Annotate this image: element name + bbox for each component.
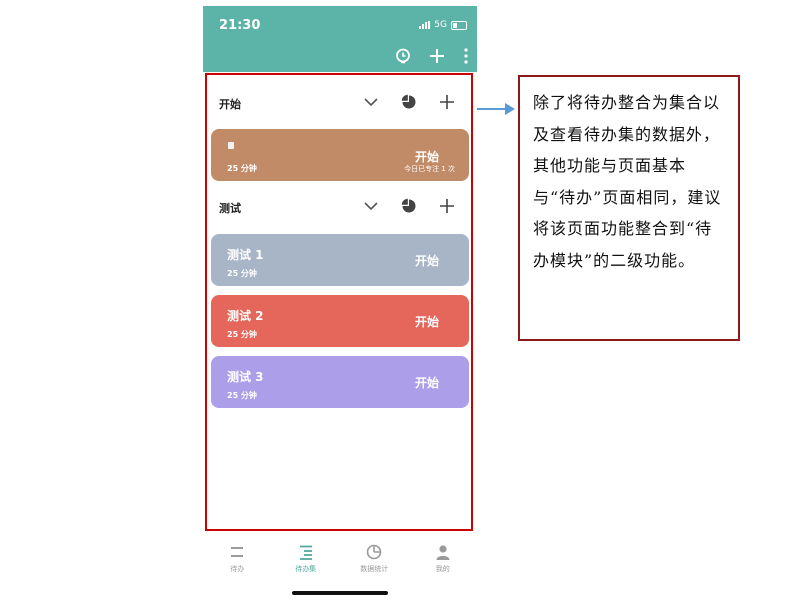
- task-card[interactable]: 测试 3 25 分钟 开始: [211, 356, 469, 408]
- arrow-icon: [477, 103, 515, 115]
- group-header-test: 测试: [203, 192, 477, 222]
- task-name: 测试 2: [227, 309, 264, 323]
- task-duration: 25 分钟: [227, 269, 257, 278]
- today-focus-count: 今日已专注 1 次: [404, 165, 455, 173]
- nav-item-todo[interactable]: 待办: [203, 536, 272, 586]
- battery-icon: [451, 20, 467, 30]
- plus-icon[interactable]: [439, 198, 455, 214]
- start-button[interactable]: 开始: [415, 148, 439, 165]
- chevron-down-icon[interactable]: [363, 198, 379, 214]
- annotation-box: 除了将待办整合为集合以及查看待办集的数据外，其他功能与页面基本与“待办”页面相同…: [518, 75, 740, 341]
- person-icon: [436, 545, 450, 560]
- group-actions: [363, 94, 455, 110]
- task-card[interactable]: 测试 1 25 分钟 开始: [211, 234, 469, 286]
- nav-item-statistics[interactable]: 数据统计: [340, 536, 409, 586]
- signal-icon: [419, 21, 431, 29]
- chevron-down-icon[interactable]: [363, 94, 379, 110]
- more-vertical-icon[interactable]: [463, 48, 469, 64]
- group-title: 测试: [219, 202, 241, 215]
- start-button[interactable]: 开始: [415, 374, 439, 391]
- plus-icon[interactable]: [439, 94, 455, 110]
- bottom-nav: 待办 待办集 数据统计 我的: [203, 536, 477, 586]
- group-header-start: 开始: [203, 88, 477, 118]
- nav-label: 待办集: [295, 565, 317, 573]
- nav-item-todo-set[interactable]: 待办集: [272, 536, 341, 586]
- todo-set-icon: [299, 545, 312, 560]
- phone-screen: 21:30 5G 开始 25 分钟 开始 今日已专注 1 次 测试 测试 1 2…: [203, 6, 477, 601]
- clock-icon[interactable]: [395, 48, 411, 64]
- status-indicators: 5G: [419, 20, 467, 30]
- nav-label: 数据统计: [360, 565, 389, 573]
- group-actions: [363, 198, 455, 214]
- pie-chart-icon[interactable]: [401, 94, 417, 110]
- task-name: 测试 1: [227, 248, 264, 262]
- network-label: 5G: [434, 20, 447, 30]
- task-duration: 25 分钟: [227, 164, 257, 173]
- task-duration: 25 分钟: [227, 330, 257, 339]
- app-header: 21:30 5G: [203, 6, 477, 72]
- task-card[interactable]: 测试 2 25 分钟 开始: [211, 295, 469, 347]
- start-button[interactable]: 开始: [415, 313, 439, 330]
- status-time: 21:30: [219, 18, 261, 33]
- task-card[interactable]: 25 分钟 开始 今日已专注 1 次: [211, 129, 469, 181]
- header-actions: [395, 48, 469, 64]
- list-icon: [231, 547, 244, 557]
- task-duration: 25 分钟: [227, 391, 257, 400]
- task-image-icon: [228, 142, 234, 149]
- group-title: 开始: [219, 98, 241, 111]
- pie-chart-icon[interactable]: [401, 198, 417, 214]
- nav-item-mine[interactable]: 我的: [409, 536, 478, 586]
- nav-label: 我的: [435, 565, 450, 573]
- start-button[interactable]: 开始: [415, 252, 439, 269]
- nav-label: 待办: [230, 565, 245, 573]
- home-indicator: [292, 591, 388, 595]
- pie-chart-icon: [366, 544, 382, 560]
- plus-icon[interactable]: [429, 48, 445, 64]
- todo-set-list: 开始 25 分钟 开始 今日已专注 1 次 测试 测试 1 25 分钟 开始 测…: [203, 72, 477, 532]
- annotation-text: 除了将待办整合为集合以及查看待办集的数据外，其他功能与页面基本与“待办”页面相同…: [533, 93, 722, 270]
- task-name: 测试 3: [227, 370, 264, 384]
